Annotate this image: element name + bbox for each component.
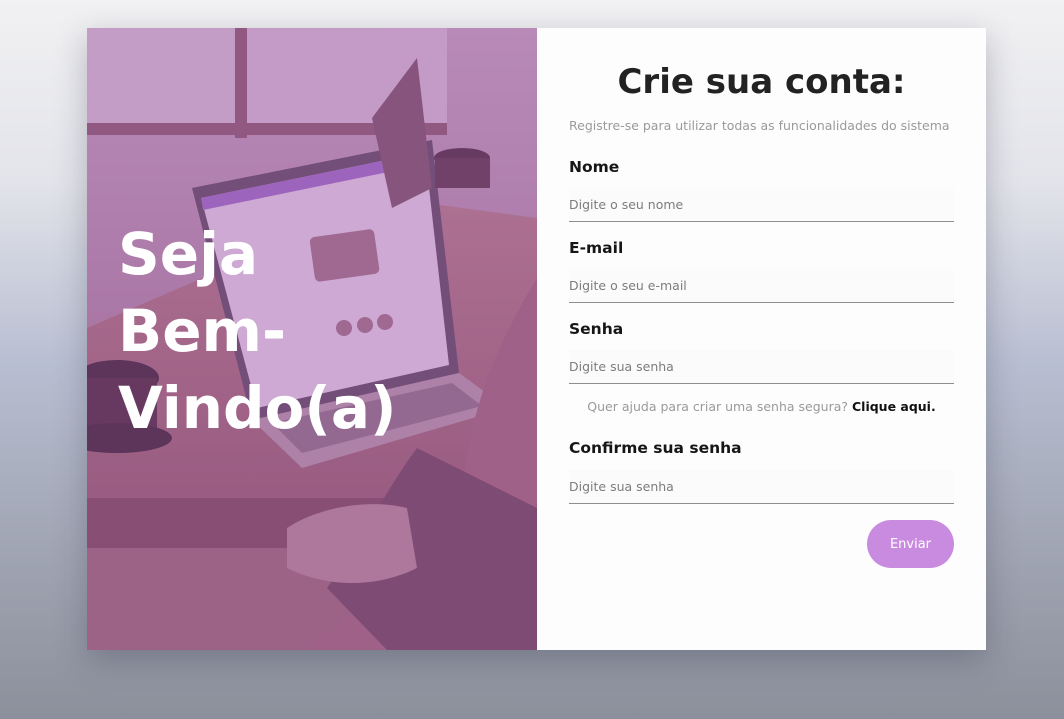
password-input[interactable]	[569, 350, 954, 384]
form-title: Crie sua conta:	[617, 62, 906, 102]
signup-card: Seja Bem- Vindo(a) Crie sua conta: Regis…	[87, 28, 986, 650]
name-input[interactable]	[569, 188, 954, 222]
hero-welcome-title: Seja Bem- Vindo(a)	[118, 220, 397, 442]
confirm-password-input[interactable]	[569, 470, 954, 504]
email-input[interactable]	[569, 269, 954, 303]
password-help-link[interactable]: Clique aqui.	[852, 399, 936, 414]
password-label: Senha	[569, 320, 624, 338]
password-help-prompt: Quer ajuda para criar uma senha segura?	[587, 399, 848, 414]
hero-panel: Seja Bem- Vindo(a)	[87, 28, 537, 650]
confirm-password-label: Confirme sua senha	[569, 439, 742, 457]
submit-button[interactable]: Enviar	[867, 520, 954, 568]
password-help-text: Quer ajuda para criar uma senha segura? …	[569, 399, 954, 415]
form-subtitle: Registre-se para utilizar todas as funci…	[569, 118, 950, 133]
email-label: E-mail	[569, 239, 624, 257]
name-label: Nome	[569, 158, 620, 176]
signup-form: Crie sua conta: Registre-se para utiliza…	[537, 28, 986, 650]
